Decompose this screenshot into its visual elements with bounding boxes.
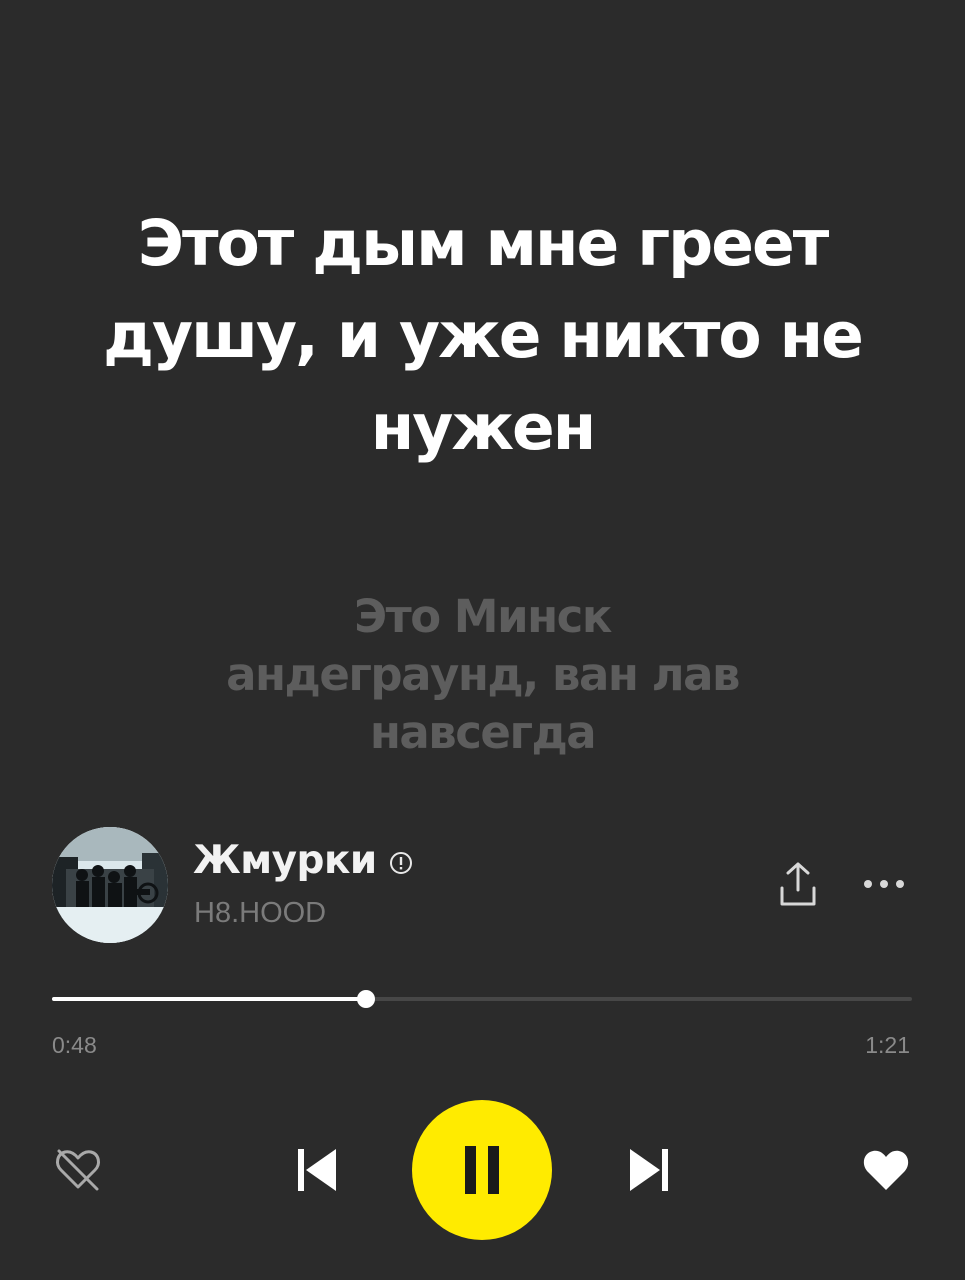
- lyric-current-line[interactable]: Этот дым мне греет душу, и уже никто не …: [40, 198, 925, 474]
- share-button[interactable]: [770, 858, 826, 914]
- lyric-next-line[interactable]: Это Минск андеграунд, ван лав навсегда: [200, 588, 765, 762]
- heart-icon: [863, 1150, 909, 1190]
- more-options-button[interactable]: [852, 862, 916, 906]
- dislike-button[interactable]: [48, 1140, 108, 1200]
- play-pause-button[interactable]: [412, 1100, 552, 1240]
- progress-thumb[interactable]: [356, 990, 375, 1008]
- album-cover-image: [52, 827, 168, 943]
- more-icon: [864, 880, 904, 888]
- pause-icon: [465, 1146, 499, 1194]
- dislike-icon: [56, 1149, 100, 1191]
- share-icon: [780, 862, 816, 906]
- time-total: 1:21: [865, 1032, 910, 1058]
- track-artist[interactable]: H8.HOOD: [194, 893, 326, 933]
- explicit-icon: [389, 851, 413, 875]
- like-button[interactable]: [856, 1140, 916, 1200]
- next-icon: [630, 1149, 668, 1191]
- album-cover[interactable]: [52, 827, 168, 943]
- previous-track-button[interactable]: [286, 1140, 346, 1200]
- track-title[interactable]: Жмурки: [193, 838, 377, 884]
- next-track-button[interactable]: [620, 1140, 680, 1200]
- time-elapsed: 0:48: [52, 1032, 97, 1058]
- previous-icon: [298, 1149, 336, 1191]
- progress-bar[interactable]: [52, 988, 912, 1010]
- track-title-row: Жмурки: [193, 838, 413, 884]
- progress-fill: [52, 997, 366, 1001]
